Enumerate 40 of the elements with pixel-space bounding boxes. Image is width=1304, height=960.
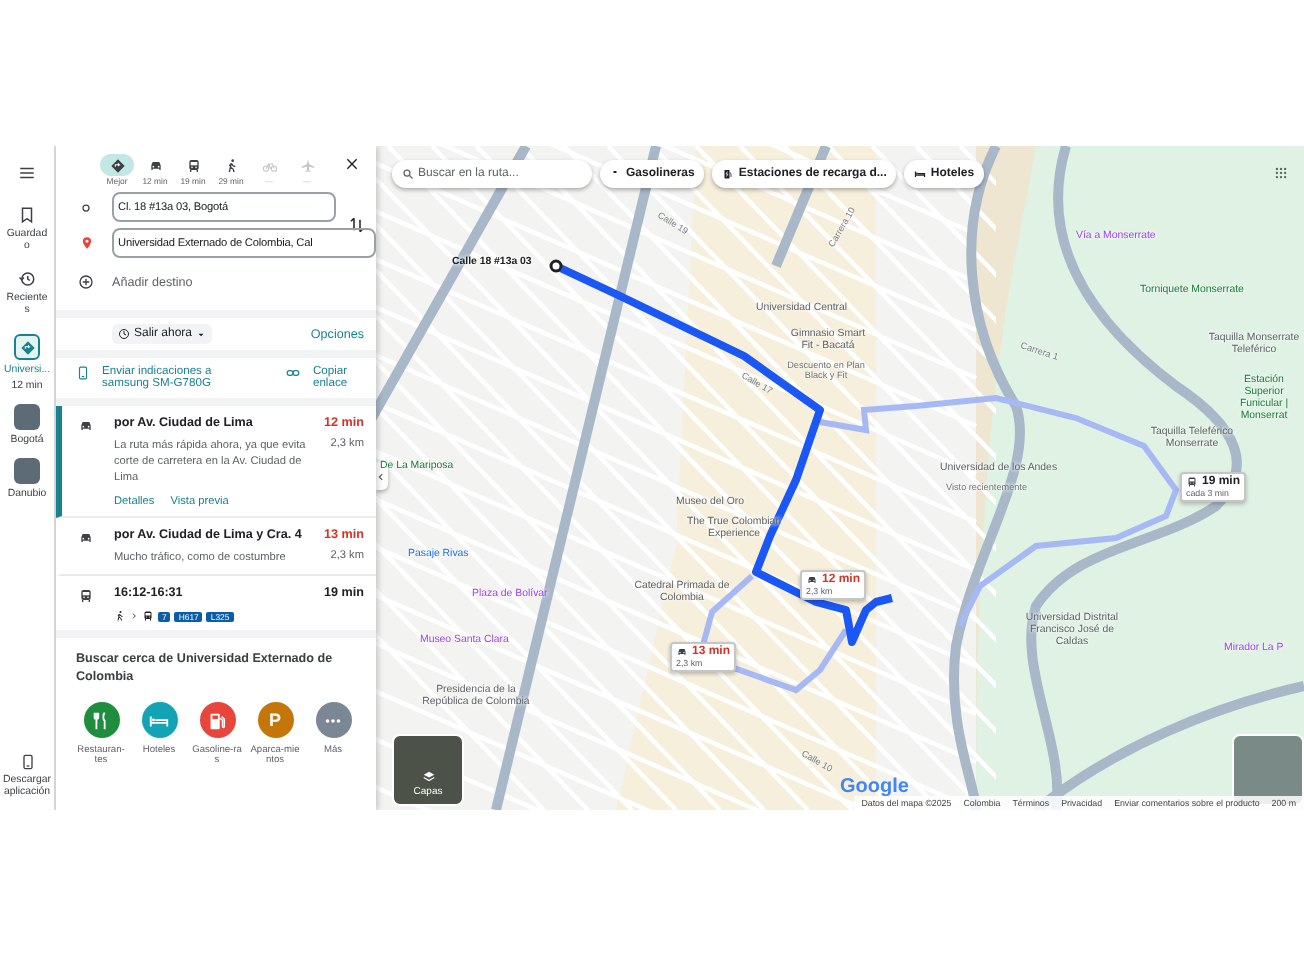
- fork-knife-icon: [90, 709, 112, 732]
- diamond-arrow-icon: [109, 157, 125, 173]
- car-icon: [676, 646, 688, 658]
- bus-icon: [185, 157, 201, 173]
- close-icon: [344, 156, 360, 172]
- diamond-arrow-icon: [19, 339, 35, 355]
- walking-person-icon: [114, 610, 126, 623]
- add-icon: [78, 274, 94, 290]
- charging-station-icon: [722, 168, 735, 180]
- bus-icon: [1186, 476, 1198, 488]
- phone-icon: [76, 366, 90, 380]
- bus-icon: [78, 588, 94, 605]
- search-icon: [402, 168, 414, 180]
- destination-pin-icon: [79, 236, 93, 250]
- origin-circle-icon: [80, 201, 92, 213]
- car-icon: [78, 530, 94, 547]
- chevron-icon: [130, 612, 138, 621]
- link-icon: [286, 366, 301, 380]
- plane-icon: [299, 157, 315, 173]
- bus-icon: [142, 610, 154, 623]
- car-icon: [806, 574, 818, 586]
- layers-icon: [421, 770, 435, 784]
- car-icon: [78, 418, 94, 434]
- walking-person-icon: [223, 157, 239, 173]
- google-logo: Google: [840, 776, 909, 798]
- history-icon: [18, 270, 36, 288]
- bed-icon: [914, 168, 927, 180]
- menu-icon: [18, 164, 36, 182]
- bookmark-icon: [18, 206, 36, 224]
- category-circle: P: [257, 702, 293, 739]
- apps-button[interactable]: [1274, 166, 1288, 180]
- swap-icon: [348, 216, 366, 234]
- phone-icon: [19, 754, 35, 770]
- start-point-icon: [549, 259, 563, 273]
- car-icon: [147, 157, 163, 173]
- bicycle-icon: [261, 157, 277, 173]
- close-button[interactable]: [344, 156, 360, 172]
- apps-grid-icon: [1274, 166, 1288, 180]
- caret-icon: [196, 329, 207, 339]
- clock-icon: [118, 328, 130, 340]
